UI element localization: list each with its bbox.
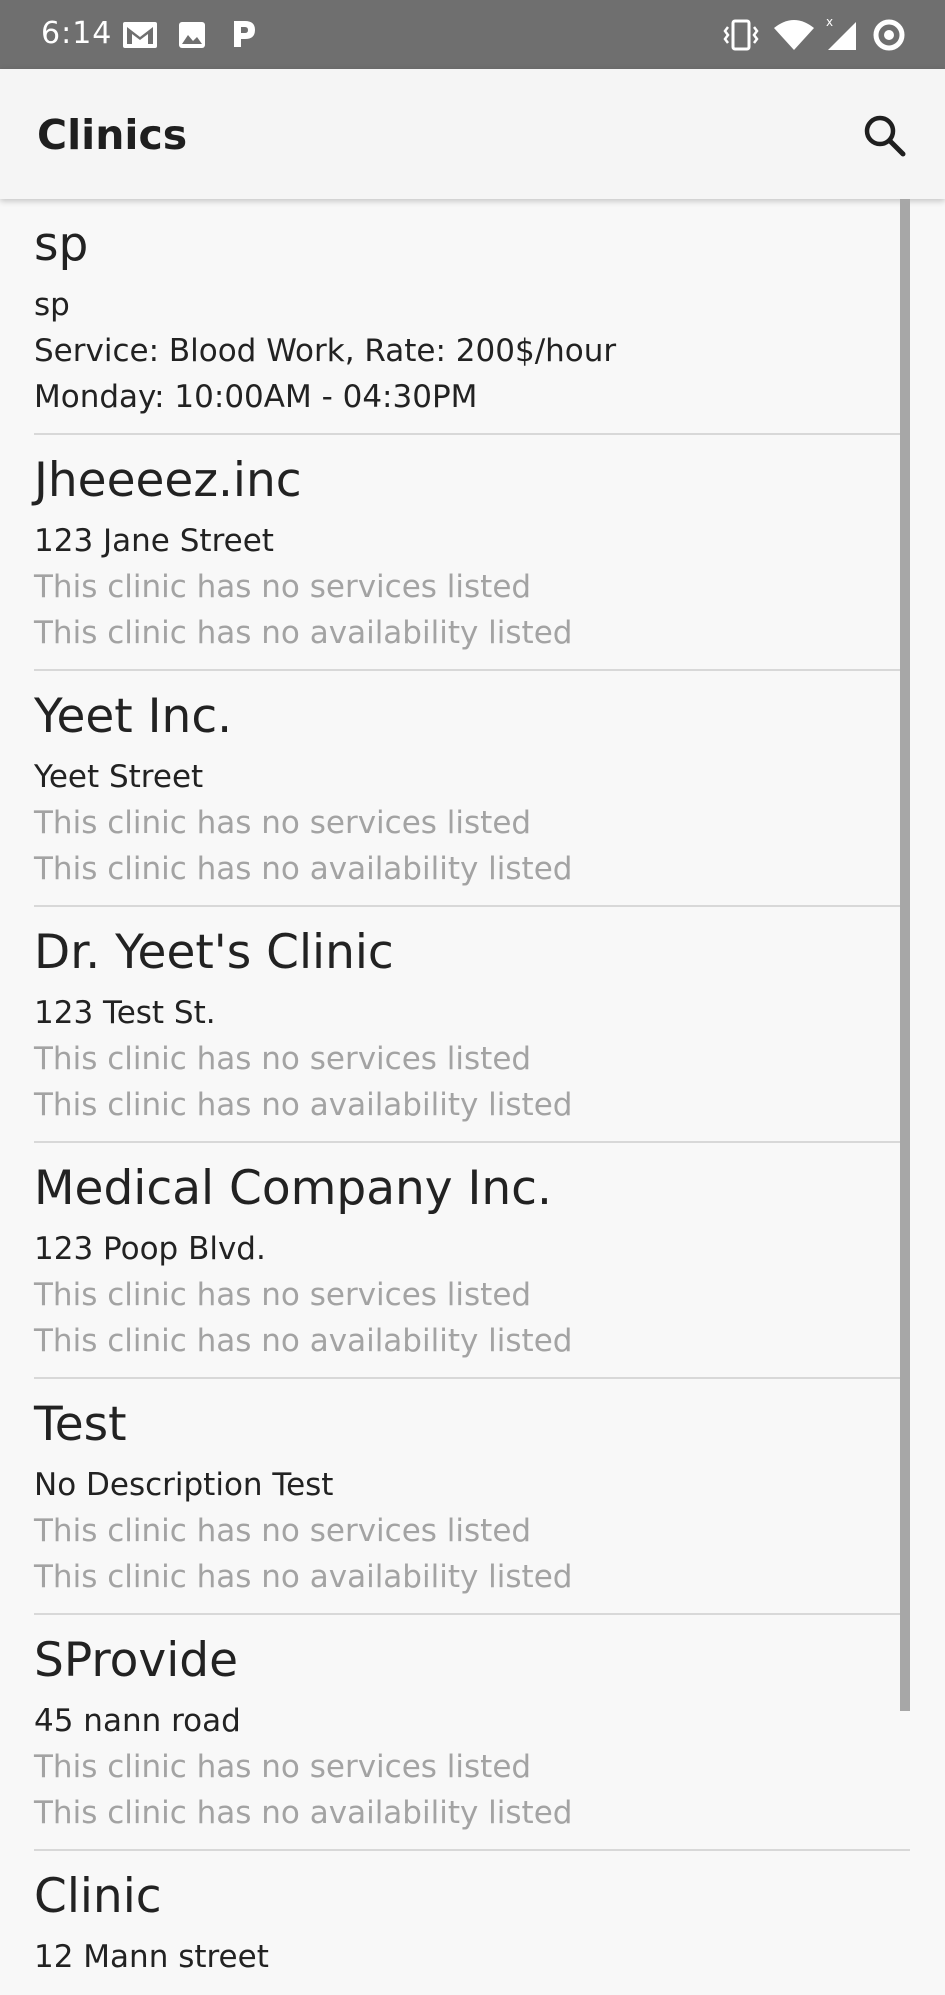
clinic-list-item[interactable]: Medical Company Inc. 123 Poop Blvd. This… [34, 1143, 910, 1379]
clinic-list-item[interactable]: Yeet Inc. Yeet Street This clinic has no… [34, 671, 910, 907]
clinic-services: This clinic has no services listed [34, 1513, 532, 1549]
clinic-services: This clinic has no services listed [34, 805, 532, 841]
clinic-list[interactable]: sp sp Service: Blood Work, Rate: 200$/ho… [0, 199, 945, 1995]
vibrate-icon [723, 19, 759, 51]
signal-icon: x [826, 15, 856, 50]
clinic-availability: This clinic has no availability listed [34, 1323, 573, 1359]
clinic-availability: Monday: 10:00AM - 04:30PM [34, 379, 478, 415]
clinic-description: 123 Test St. [34, 995, 216, 1031]
clinic-list-item[interactable]: Clinic 12 Mann street [34, 1851, 910, 1995]
clinic-services: Service: Blood Work, Rate: 200$/hour [34, 333, 617, 369]
clinic-list-item[interactable]: Dr. Yeet's Clinic 123 Test St. This clin… [34, 907, 910, 1143]
clinic-availability: This clinic has no availability listed [34, 1559, 573, 1595]
clinic-availability: This clinic has no availability listed [34, 615, 573, 651]
search-icon [864, 115, 906, 157]
clinic-description: 123 Poop Blvd. [34, 1231, 266, 1267]
search-button[interactable] [857, 108, 913, 164]
clinic-description: sp [34, 287, 70, 323]
clinic-name: Dr. Yeet's Clinic [34, 925, 394, 980]
scrollbar[interactable] [900, 199, 910, 1711]
clinic-name: Jheeeez.inc [34, 453, 302, 508]
clinic-description: No Description Test [34, 1467, 334, 1503]
gallery-icon [179, 22, 205, 48]
clinic-services: This clinic has no services listed [34, 569, 532, 605]
clinic-list-item[interactable]: sp sp Service: Blood Work, Rate: 200$/ho… [34, 199, 910, 435]
clinic-services: This clinic has no services listed [34, 1277, 532, 1313]
clinic-description: 45 nann road [34, 1703, 241, 1739]
page-title: Clinics [37, 111, 188, 159]
clinic-name: Test [34, 1397, 127, 1452]
app-bar: Clinics [0, 69, 945, 199]
clinic-description: Yeet Street [34, 759, 204, 795]
clinic-list-item[interactable]: Jheeeez.inc 123 Jane Street This clinic … [34, 435, 910, 671]
clinic-name: Yeet Inc. [34, 689, 233, 744]
clinic-services: This clinic has no services listed [34, 1749, 532, 1785]
clinic-availability: This clinic has no availability listed [34, 1087, 573, 1123]
clinic-availability: This clinic has no availability listed [34, 1795, 573, 1831]
clinic-name: Clinic [34, 1869, 162, 1924]
clinic-name: sp [34, 217, 89, 272]
clinic-name: Medical Company Inc. [34, 1161, 552, 1216]
gmail-icon [123, 22, 157, 48]
p-app-icon [234, 21, 255, 47]
clinic-list-item[interactable]: SProvide 45 nann road This clinic has no… [34, 1615, 910, 1851]
clinic-list-item[interactable]: Test No Description Test This clinic has… [34, 1379, 910, 1615]
wifi-icon [774, 20, 814, 50]
clinic-availability: This clinic has no availability listed [34, 851, 573, 887]
sync-icon [873, 19, 905, 51]
clinic-description: 123 Jane Street [34, 523, 274, 559]
status-time: 6:14 [41, 16, 113, 51]
svg-text:x: x [826, 15, 833, 29]
status-bar: 6:14 x [0, 0, 945, 69]
clinic-description: 12 Mann street [34, 1939, 269, 1975]
clinic-services: This clinic has no services listed [34, 1041, 532, 1077]
clinic-name: SProvide [34, 1633, 239, 1688]
